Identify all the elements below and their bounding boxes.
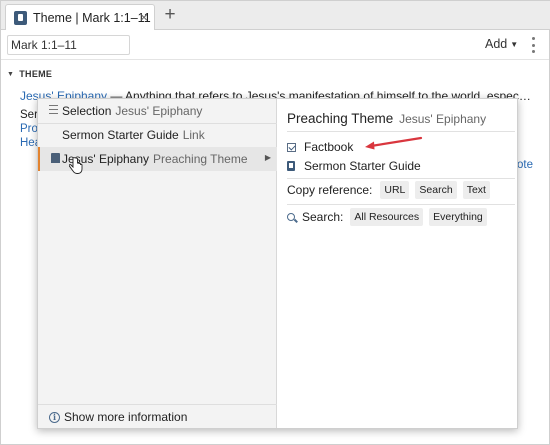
copy-reference-row: Copy reference: URL Search Text: [287, 181, 490, 199]
copy-search-button[interactable]: Search: [415, 181, 457, 199]
menu-item-selection[interactable]: Selection Jesus' Epiphany: [38, 99, 277, 123]
menu-item-label: Selection: [62, 104, 112, 118]
tab-theme[interactable]: Theme | Mark 1:1–11 ×: [5, 4, 155, 30]
info-icon: i: [49, 411, 60, 423]
reference-input[interactable]: Mark 1:1–11: [7, 35, 130, 55]
hand-cursor-icon: [69, 157, 83, 174]
menu-item-sub: Link: [182, 128, 205, 142]
collapse-triangle-icon: ▼: [7, 70, 15, 78]
context-menu-list: Selection Jesus' Epiphany Sermon Starter…: [38, 99, 277, 428]
section-title: THEME: [19, 69, 53, 79]
copy-text-button[interactable]: Text: [462, 181, 490, 199]
submenu-item-label: Sermon Starter Guide: [304, 159, 421, 173]
submenu-divider: [287, 178, 515, 179]
submenu-item-sermon-starter[interactable]: Sermon Starter Guide: [287, 159, 421, 173]
copy-url-button[interactable]: URL: [380, 181, 410, 199]
toolbar-divider: [1, 59, 549, 60]
theme-icon: [14, 10, 27, 25]
show-more-label: Show more information: [64, 410, 188, 424]
factbook-icon: [287, 142, 296, 152]
show-more-information-button[interactable]: i Show more information: [49, 410, 187, 424]
search-all-resources-button[interactable]: All Resources: [350, 208, 424, 226]
search-row: Search: All Resources Everything: [287, 208, 487, 226]
guide-icon: [287, 161, 295, 171]
close-icon[interactable]: ×: [140, 9, 148, 25]
submenu-divider: [287, 131, 515, 132]
submenu-subtitle: Jesus' Epiphany: [399, 112, 487, 126]
submenu-divider: [287, 204, 515, 205]
chevron-right-icon: ▶: [264, 153, 271, 162]
background-link-pro[interactable]: Pro: [20, 123, 38, 135]
app-window: Theme | Mark 1:1–11 × + Mark 1:1–11 Add ▼…: [0, 0, 550, 445]
tab-bar: Theme | Mark 1:1–11 × +: [1, 1, 550, 30]
menu-item-sub: Jesus' Epiphany: [115, 104, 203, 118]
book-icon: [51, 153, 60, 163]
submenu-title-text: Preaching Theme: [287, 111, 394, 126]
search-label: Search:: [302, 210, 344, 224]
submenu-panel: Preaching Theme Jesus' Epiphany Factbook…: [278, 99, 518, 428]
search-icon: [287, 213, 295, 221]
section-theme-header[interactable]: ▼ THEME: [7, 69, 52, 79]
background-link-ote[interactable]: ote: [517, 159, 533, 171]
context-menu: Selection Jesus' Epiphany Sermon Starter…: [37, 98, 518, 429]
lines-icon: [49, 105, 58, 114]
annotation-arrow-icon: [365, 136, 423, 150]
search-everything-button[interactable]: Everything: [429, 208, 487, 226]
menu-item-sermon-starter[interactable]: Sermon Starter Guide Link: [38, 123, 277, 147]
submenu-item-label: Factbook: [304, 140, 354, 154]
background-text-ser: Ser: [20, 109, 38, 121]
add-tab-button[interactable]: +: [161, 4, 179, 26]
menu-divider: [38, 404, 277, 405]
submenu-item-factbook[interactable]: Factbook: [287, 140, 353, 154]
more-options-icon[interactable]: [530, 37, 536, 53]
tab-title: Theme | Mark 1:1–11: [33, 10, 151, 25]
add-button-label: Add: [485, 37, 508, 51]
menu-item-sub: Preaching Theme: [153, 152, 248, 166]
copy-reference-label: Copy reference:: [287, 183, 373, 197]
add-button[interactable]: Add ▼: [485, 37, 518, 51]
menu-item-label: Sermon Starter Guide: [62, 128, 179, 142]
caret-down-icon: ▼: [510, 40, 519, 49]
submenu-title: Preaching Theme Jesus' Epiphany: [287, 111, 486, 126]
